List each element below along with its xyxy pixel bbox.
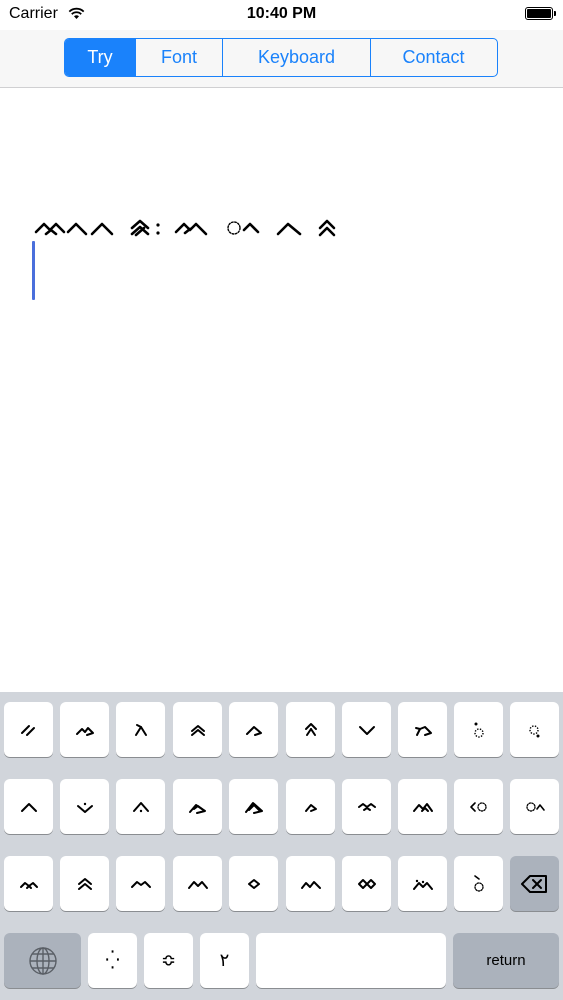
key-caret-tail[interactable] bbox=[286, 702, 335, 757]
status-bar: Carrier 10:40 PM bbox=[0, 0, 563, 30]
key-lambda-hook[interactable] bbox=[398, 702, 447, 757]
delete-key[interactable] bbox=[510, 856, 559, 911]
key-symbol-2[interactable]: ≎ bbox=[144, 933, 193, 988]
delete-icon bbox=[520, 874, 547, 893]
key-symbol-1[interactable]: ⁛ bbox=[88, 933, 137, 988]
key-hook[interactable] bbox=[229, 702, 278, 757]
return-label: return bbox=[486, 952, 526, 969]
key-triple-hook[interactable] bbox=[229, 779, 278, 834]
tab-contact[interactable]: Contact bbox=[370, 39, 496, 76]
navigation-bar: Try Font Keyboard Contact bbox=[0, 30, 563, 88]
key-v-dot[interactable] bbox=[60, 779, 109, 834]
key-double-caret-small[interactable] bbox=[173, 702, 222, 757]
key-label: ⁛ bbox=[105, 950, 120, 970]
text-input-area[interactable] bbox=[0, 88, 563, 692]
key-dot-circle[interactable] bbox=[454, 702, 503, 757]
return-key[interactable]: return bbox=[453, 933, 559, 988]
key-circle-dot[interactable] bbox=[510, 702, 559, 757]
key-label: ≎ bbox=[160, 950, 177, 970]
key-wave-caret[interactable] bbox=[116, 856, 165, 911]
key-small-hook[interactable] bbox=[286, 779, 335, 834]
key-double-slash[interactable] bbox=[4, 702, 53, 757]
key-m-wave-2[interactable] bbox=[286, 856, 335, 911]
key-label: ٢ bbox=[219, 950, 230, 970]
key-circle-caret[interactable] bbox=[510, 779, 559, 834]
key-wave-tilde[interactable] bbox=[342, 779, 391, 834]
key-infinity[interactable] bbox=[342, 856, 391, 911]
key-m-dots[interactable] bbox=[398, 856, 447, 911]
script-text bbox=[34, 219, 336, 237]
text-caret bbox=[32, 241, 35, 300]
key-lt-circle[interactable] bbox=[454, 779, 503, 834]
key-diamond[interactable] bbox=[229, 856, 278, 911]
key-v[interactable] bbox=[342, 702, 391, 757]
key-hook-circle[interactable] bbox=[454, 856, 503, 911]
key-lambda[interactable] bbox=[116, 702, 165, 757]
globe-icon bbox=[28, 946, 57, 975]
key-caret[interactable] bbox=[4, 779, 53, 834]
tab-font[interactable]: Font bbox=[135, 39, 222, 76]
tab-keyboard[interactable]: Keyboard bbox=[222, 39, 370, 76]
custom-keyboard: ⁛ ≎ ٢ return bbox=[0, 692, 563, 1000]
segmented-control: Try Font Keyboard Contact bbox=[64, 38, 498, 77]
battery-icon bbox=[525, 7, 556, 20]
key-wave-hook[interactable] bbox=[60, 702, 109, 757]
key-symbol-3[interactable]: ٢ bbox=[200, 933, 249, 988]
tab-try[interactable]: Try bbox=[65, 39, 135, 76]
key-m-wave[interactable] bbox=[173, 856, 222, 911]
key-mountain-small[interactable] bbox=[4, 856, 53, 911]
globe-key[interactable] bbox=[4, 933, 81, 988]
key-double-caret[interactable] bbox=[60, 856, 109, 911]
key-double-hook[interactable] bbox=[173, 779, 222, 834]
key-caret-dot[interactable] bbox=[116, 779, 165, 834]
clock: 10:40 PM bbox=[246, 5, 317, 22]
key-mountain-double[interactable] bbox=[398, 779, 447, 834]
space-key[interactable] bbox=[256, 933, 446, 988]
